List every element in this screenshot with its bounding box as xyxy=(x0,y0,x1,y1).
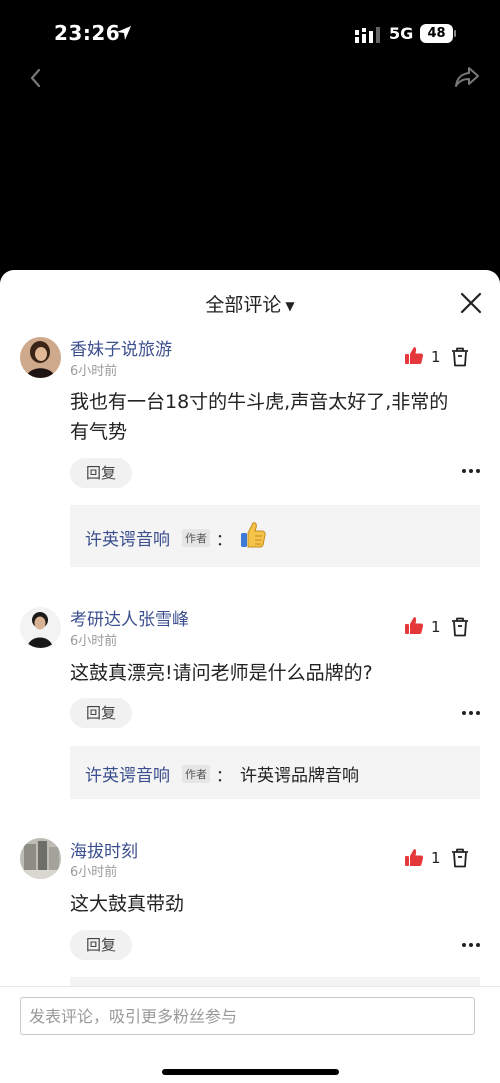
signal-icon xyxy=(355,27,380,43)
thumbs-up-icon[interactable] xyxy=(404,346,424,366)
comment-text-line: 有气势 xyxy=(70,421,128,443)
author-reply[interactable]: 许英谔音响 作者 ： 许英谔品牌音响 xyxy=(70,746,480,799)
reply-button[interactable]: 回复 xyxy=(70,458,133,488)
author-badge: 作者 xyxy=(182,765,210,783)
thumbs-up-icon[interactable] xyxy=(404,616,424,636)
battery-nub xyxy=(454,30,456,37)
comment-time: 6小时前 xyxy=(70,865,118,880)
battery-level: 48 xyxy=(420,24,453,43)
share-icon[interactable] xyxy=(454,65,480,89)
comment-username[interactable]: 香妹子说旅游 xyxy=(70,335,172,360)
home-indicator xyxy=(162,1069,339,1075)
trash-icon[interactable] xyxy=(451,848,469,868)
sheet-header[interactable]: 全部评论 ▼ xyxy=(0,290,500,317)
sheet-title: 全部评论 xyxy=(205,294,282,316)
comment-text: 这鼓真漂亮!请问老师是什么品牌的? xyxy=(70,658,490,688)
comment-input[interactable] xyxy=(20,997,475,1035)
like-count: 1 xyxy=(431,849,441,867)
comment-username[interactable]: 考研达人张雪峰 xyxy=(70,605,189,630)
more-icon[interactable] xyxy=(461,468,481,474)
reply-button[interactable]: 回复 xyxy=(70,698,133,728)
comment-time: 6小时前 xyxy=(70,634,118,649)
like-count: 1 xyxy=(431,618,441,636)
comment-text-line: 这大鼓真带劲 xyxy=(70,893,185,915)
battery-icon: 48 xyxy=(420,24,456,43)
comment-text-line: 这鼓真漂亮!请问老师是什么品牌的? xyxy=(70,662,373,684)
more-icon[interactable] xyxy=(461,942,481,948)
video-nav xyxy=(0,60,500,100)
reply-colon: ： xyxy=(216,530,233,549)
reply-author[interactable]: 许英谔音响 xyxy=(85,761,170,786)
like-count: 1 xyxy=(431,348,441,366)
comment-text: 我也有一台18寸的牛斗虎,声音太好了,非常的 有气势 xyxy=(70,387,490,447)
thumbs-up-icon[interactable] xyxy=(404,848,424,868)
trash-icon[interactable] xyxy=(451,617,469,637)
avatar[interactable] xyxy=(20,607,61,648)
comment-text-line: 我也有一台18寸的牛斗虎,声音太好了,非常的 xyxy=(70,391,449,413)
reply-content: 许英谔品牌音响 xyxy=(240,766,359,786)
comment-text: 这大鼓真带劲 xyxy=(70,889,490,919)
comment-time: 6小时前 xyxy=(70,364,118,379)
trash-icon[interactable] xyxy=(451,347,469,367)
author-badge: 作者 xyxy=(182,529,210,547)
close-icon[interactable] xyxy=(459,291,483,315)
avatar[interactable] xyxy=(20,337,61,378)
more-icon[interactable] xyxy=(461,710,481,716)
author-reply[interactable]: 许英谔音响 作者 ： xyxy=(70,505,480,567)
network-type: 5G xyxy=(389,24,414,43)
status-time: 23:26 xyxy=(54,21,121,45)
back-chevron-icon[interactable] xyxy=(28,66,44,90)
comments-sheet: 全部评论 ▼ 香妹子说旅游 6小时前 1 我也有一台18寸的牛斗虎,声音太好了,非… xyxy=(0,270,500,1083)
comment-input-bar xyxy=(0,986,500,1083)
reply-colon: ： xyxy=(216,766,233,785)
thumbs-up-emoji-icon xyxy=(241,522,266,548)
reply-button[interactable]: 回复 xyxy=(70,930,133,960)
comment-username[interactable]: 海拔时刻 xyxy=(70,837,138,862)
location-arrow-icon xyxy=(117,26,131,40)
status-bar: 23:26 5G 48 xyxy=(0,0,500,66)
avatar[interactable] xyxy=(20,838,61,879)
caret-down-icon: ▼ xyxy=(285,298,295,313)
reply-author[interactable]: 许英谔音响 xyxy=(85,525,170,550)
